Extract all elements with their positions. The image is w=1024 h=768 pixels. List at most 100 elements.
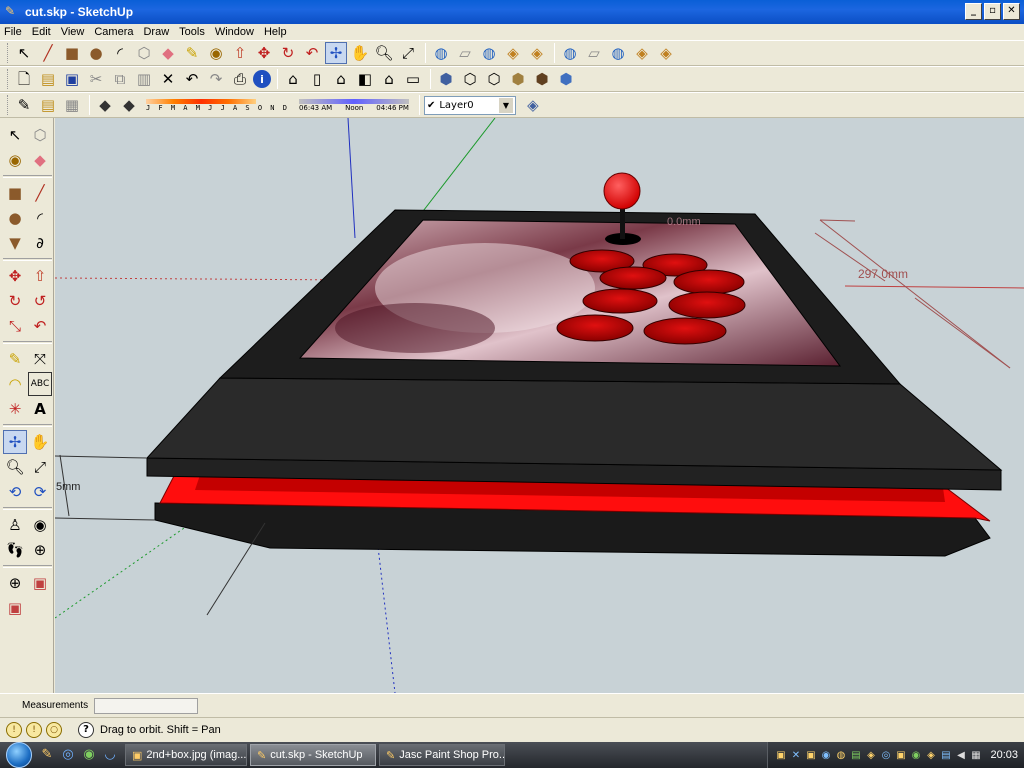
share-model-icon[interactable]: ▱ bbox=[454, 42, 476, 64]
zoom-icon[interactable]: 🔍︎ bbox=[3, 455, 27, 479]
polygon-icon[interactable]: ▼ bbox=[3, 231, 27, 255]
undo-icon[interactable]: ↶ bbox=[181, 68, 203, 90]
toolbar-grip[interactable] bbox=[7, 69, 10, 89]
section-plane-icon[interactable]: ⊕ bbox=[28, 538, 52, 562]
next-view-icon[interactable]: ⟳ bbox=[28, 480, 52, 504]
restore-button[interactable]: ▫ bbox=[984, 3, 1001, 20]
toolbar-grip[interactable] bbox=[7, 43, 10, 63]
shadow-date-slider[interactable]: J F M A M J J A S O N D bbox=[146, 98, 289, 112]
menu-draw[interactable]: Draw bbox=[143, 26, 169, 38]
arc-icon[interactable]: ◜ bbox=[109, 42, 131, 64]
open-file-icon[interactable]: ▤ bbox=[37, 68, 59, 90]
print-icon[interactable]: ⎙ bbox=[229, 68, 251, 90]
hidden-line-icon[interactable]: ⬡ bbox=[483, 68, 505, 90]
offset-icon[interactable]: ↶ bbox=[301, 42, 323, 64]
cut-icon[interactable]: ✂ bbox=[85, 68, 107, 90]
rectangle-icon[interactable]: ■ bbox=[3, 181, 27, 205]
tray-icon[interactable]: ▣ bbox=[774, 749, 787, 762]
eraser-icon[interactable]: ◆ bbox=[157, 42, 179, 64]
menu-file[interactable]: File bbox=[4, 26, 22, 38]
paint-bucket-icon[interactable]: ◉ bbox=[3, 148, 27, 172]
close-button[interactable]: ✕ bbox=[1003, 3, 1020, 20]
upload-icon[interactable]: ▱ bbox=[583, 42, 605, 64]
walk-icon[interactable]: 👣︎ bbox=[3, 538, 27, 562]
back-view-icon[interactable]: ⌂ bbox=[378, 68, 400, 90]
shaded-icon[interactable]: ⬢ bbox=[507, 68, 529, 90]
dimension-label-width[interactable]: 297.0mm bbox=[858, 267, 908, 281]
position-camera-icon[interactable]: ♙ bbox=[3, 513, 27, 537]
zoom-extents-icon[interactable]: ⤢ bbox=[397, 42, 419, 64]
push-pull-icon[interactable]: ⇧ bbox=[28, 264, 52, 288]
rectangle-icon[interactable]: ■ bbox=[61, 42, 83, 64]
shaded-textures-icon[interactable]: ⬢ bbox=[531, 68, 553, 90]
clock[interactable]: 20:03 bbox=[990, 749, 1018, 761]
previous-view-icon[interactable]: ⟲ bbox=[3, 480, 27, 504]
tray-icon[interactable]: ◈ bbox=[924, 749, 937, 762]
measurements-input[interactable] bbox=[94, 697, 199, 714]
start-button[interactable] bbox=[0, 742, 38, 768]
follow-me-icon[interactable]: ↺ bbox=[28, 289, 52, 313]
model-viewport[interactable]: 297.0mm 0.0mm 5mm bbox=[55, 118, 1024, 693]
look-around-icon[interactable]: ◉ bbox=[28, 513, 52, 537]
make-component-icon[interactable]: ⬡ bbox=[28, 123, 52, 147]
menu-help[interactable]: Help bbox=[264, 26, 287, 38]
dimension-icon[interactable]: ⤧ bbox=[28, 347, 52, 371]
model-canvas[interactable]: 297.0mm 0.0mm 5mm bbox=[55, 118, 1024, 693]
display-shadows-icon[interactable]: ◆ bbox=[118, 94, 140, 116]
pan-icon[interactable]: ✋ bbox=[349, 42, 371, 64]
taskbar-item-sketchup[interactable]: ✎ cut.skp - SketchUp bbox=[250, 744, 376, 766]
zoom-icon[interactable]: 🔍︎ bbox=[373, 42, 395, 64]
3d-text-icon[interactable]: A bbox=[28, 397, 52, 421]
get-models-icon[interactable]: ◍ bbox=[430, 42, 452, 64]
section-cuts-icon[interactable]: ▦ bbox=[61, 94, 83, 116]
monochrome-icon[interactable]: ⬢ bbox=[555, 68, 577, 90]
network-icon[interactable]: ▦ bbox=[969, 749, 982, 762]
menu-tools[interactable]: Tools bbox=[179, 26, 205, 38]
select-icon[interactable]: ↖ bbox=[13, 42, 35, 64]
paint-bucket-icon[interactable]: ◉ bbox=[205, 42, 227, 64]
quicklaunch-update-icon[interactable]: ◡ bbox=[101, 746, 119, 764]
dimension-label-stick[interactable]: 0.0mm bbox=[667, 216, 701, 228]
menu-edit[interactable]: Edit bbox=[32, 26, 51, 38]
front-view-icon[interactable]: ⌂ bbox=[330, 68, 352, 90]
shadow-time-slider[interactable]: 06:43 AM Noon 04:46 PM bbox=[298, 98, 409, 112]
line-icon[interactable]: ╱ bbox=[28, 181, 52, 205]
google-earth-icon[interactable]: ◈ bbox=[502, 42, 524, 64]
menu-camera[interactable]: Camera bbox=[94, 26, 133, 38]
arc-icon[interactable]: ◜ bbox=[28, 206, 52, 230]
orbit-icon[interactable]: ✢ bbox=[3, 430, 27, 454]
menu-window[interactable]: Window bbox=[215, 26, 254, 38]
download-icon[interactable]: ◍ bbox=[607, 42, 629, 64]
rotate-icon[interactable]: ↻ bbox=[3, 289, 27, 313]
tape-measure-icon[interactable]: ✎ bbox=[3, 347, 27, 371]
new-file-icon[interactable]: 🗋︎ bbox=[13, 68, 35, 90]
move-icon[interactable]: ✥ bbox=[253, 42, 275, 64]
toggle-terrain-icon[interactable]: ◈ bbox=[526, 42, 548, 64]
scale-icon[interactable]: ⤡ bbox=[3, 314, 27, 338]
section-display-icon[interactable]: ▤ bbox=[37, 94, 59, 116]
tray-icon[interactable]: ◍ bbox=[834, 749, 847, 762]
xray-icon[interactable]: ⬢ bbox=[435, 68, 457, 90]
eraser-icon[interactable]: ◆ bbox=[28, 148, 52, 172]
left-view-icon[interactable]: ▭ bbox=[402, 68, 424, 90]
quicklaunch-sketchup-icon[interactable]: ✎ bbox=[38, 746, 56, 764]
text-icon[interactable]: ABC bbox=[28, 372, 52, 396]
make-component-icon[interactable]: ⬡ bbox=[133, 42, 155, 64]
pan-icon[interactable]: ✋ bbox=[28, 430, 52, 454]
iso-view-icon[interactable]: ⌂ bbox=[282, 68, 304, 90]
help-icon[interactable]: ? bbox=[78, 722, 94, 738]
push-pull-icon[interactable]: ⇧ bbox=[229, 42, 251, 64]
taskbar-item-paintshop[interactable]: ✎ Jasc Paint Shop Pro... bbox=[379, 744, 505, 766]
minimize-button[interactable]: _ bbox=[965, 3, 982, 20]
dimension-label-height[interactable]: 5mm bbox=[56, 481, 80, 493]
warehouse-icon[interactable]: ◍ bbox=[559, 42, 581, 64]
erase-selection-icon[interactable]: ✕ bbox=[157, 68, 179, 90]
share-component-icon[interactable]: ◍ bbox=[478, 42, 500, 64]
copy-icon[interactable]: ⧉ bbox=[109, 68, 131, 90]
axes-icon[interactable]: ✳ bbox=[3, 397, 27, 421]
toolbar-grip[interactable] bbox=[7, 95, 10, 115]
section-plane-icon[interactable]: ✎ bbox=[13, 94, 35, 116]
component-browser-icon[interactable]: ▣ bbox=[3, 596, 27, 620]
tray-icon[interactable]: ▣ bbox=[804, 749, 817, 762]
import-icon[interactable]: ◈ bbox=[631, 42, 653, 64]
